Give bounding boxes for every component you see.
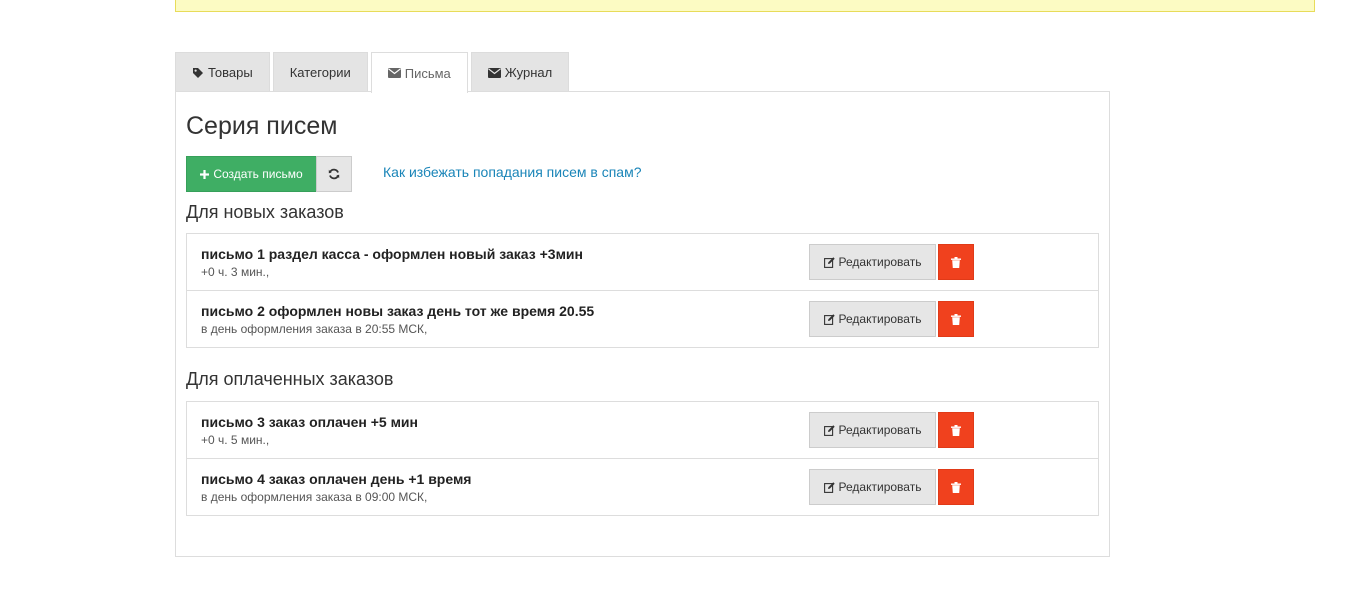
- envelope-icon: [387, 68, 401, 78]
- trash-icon: [951, 481, 961, 493]
- email-title: письмо 1 раздел касса - оформлен новый з…: [201, 246, 583, 262]
- create-email-label: Создать письмо: [213, 167, 303, 181]
- notice-bar: [175, 0, 1315, 12]
- edit-icon: [823, 313, 835, 325]
- page-title: Серия писем: [186, 112, 338, 140]
- email-schedule: +0 ч. 5 мин.,: [201, 433, 270, 447]
- tab-label: Письма: [404, 65, 451, 81]
- trash-icon: [951, 313, 961, 325]
- emails-panel: Серия писем Создать письмо Как избежать …: [175, 91, 1110, 557]
- email-title: письмо 4 заказ оплачен день +1 время: [201, 471, 472, 487]
- tab-label: Категории: [289, 65, 351, 80]
- edit-button[interactable]: Редактировать: [809, 412, 936, 448]
- edit-label: Редактировать: [838, 423, 922, 437]
- tag-icon: [192, 67, 204, 79]
- refresh-icon: [328, 168, 340, 180]
- new-orders-list: письмо 1 раздел касса - оформлен новый з…: [186, 233, 1099, 348]
- delete-button[interactable]: [938, 412, 974, 448]
- email-schedule: в день оформления заказа в 09:00 МСК,: [201, 490, 428, 504]
- edit-button[interactable]: Редактировать: [809, 244, 936, 280]
- tab-label: Журнал: [504, 65, 553, 80]
- email-schedule: в день оформления заказа в 20:55 МСК,: [201, 322, 428, 336]
- paid-orders-list: письмо 3 заказ оплачен +5 мин +0 ч. 5 ми…: [186, 401, 1099, 516]
- trash-icon: [951, 256, 961, 268]
- email-title: письмо 3 заказ оплачен +5 мин: [201, 414, 418, 430]
- tab-categories[interactable]: Категории: [272, 52, 368, 92]
- edit-button[interactable]: Редактировать: [809, 301, 936, 337]
- tab-emails[interactable]: Письма: [370, 52, 468, 93]
- delete-button[interactable]: [938, 301, 974, 337]
- email-title: письмо 2 оформлен новы заказ день тот же…: [201, 303, 595, 319]
- edit-label: Редактировать: [838, 480, 922, 494]
- tab-products[interactable]: Товары: [175, 52, 270, 92]
- tab-journal[interactable]: Журнал: [470, 52, 570, 92]
- edit-label: Редактировать: [838, 312, 922, 326]
- section-title-paid-orders: Для оплаченных заказов: [186, 369, 394, 389]
- edit-icon: [823, 256, 835, 268]
- edit-icon: [823, 424, 835, 436]
- tab-label: Товары: [208, 65, 253, 80]
- delete-button[interactable]: [938, 244, 974, 280]
- edit-label: Редактировать: [838, 255, 922, 269]
- edit-button[interactable]: Редактировать: [809, 469, 936, 505]
- email-schedule: +0 ч. 3 мин.,: [201, 265, 270, 279]
- section-title-new-orders: Для новых заказов: [186, 202, 344, 222]
- spam-help-link[interactable]: Как избежать попадания писем в спам?: [383, 164, 642, 180]
- list-item: письмо 4 заказ оплачен день +1 время в д…: [187, 459, 1098, 515]
- create-email-button[interactable]: Создать письмо: [186, 156, 317, 192]
- delete-button[interactable]: [938, 469, 974, 505]
- tab-bar: Товары Категории Письма Журнал: [175, 52, 572, 93]
- list-item: письмо 3 заказ оплачен +5 мин +0 ч. 5 ми…: [187, 402, 1098, 459]
- plus-icon: [200, 169, 210, 179]
- trash-icon: [951, 424, 961, 436]
- refresh-button[interactable]: [316, 156, 352, 192]
- envelope-icon: [487, 67, 501, 78]
- list-item: письмо 1 раздел касса - оформлен новый з…: [187, 234, 1098, 291]
- list-item: письмо 2 оформлен новы заказ день тот же…: [187, 291, 1098, 347]
- edit-icon: [823, 481, 835, 493]
